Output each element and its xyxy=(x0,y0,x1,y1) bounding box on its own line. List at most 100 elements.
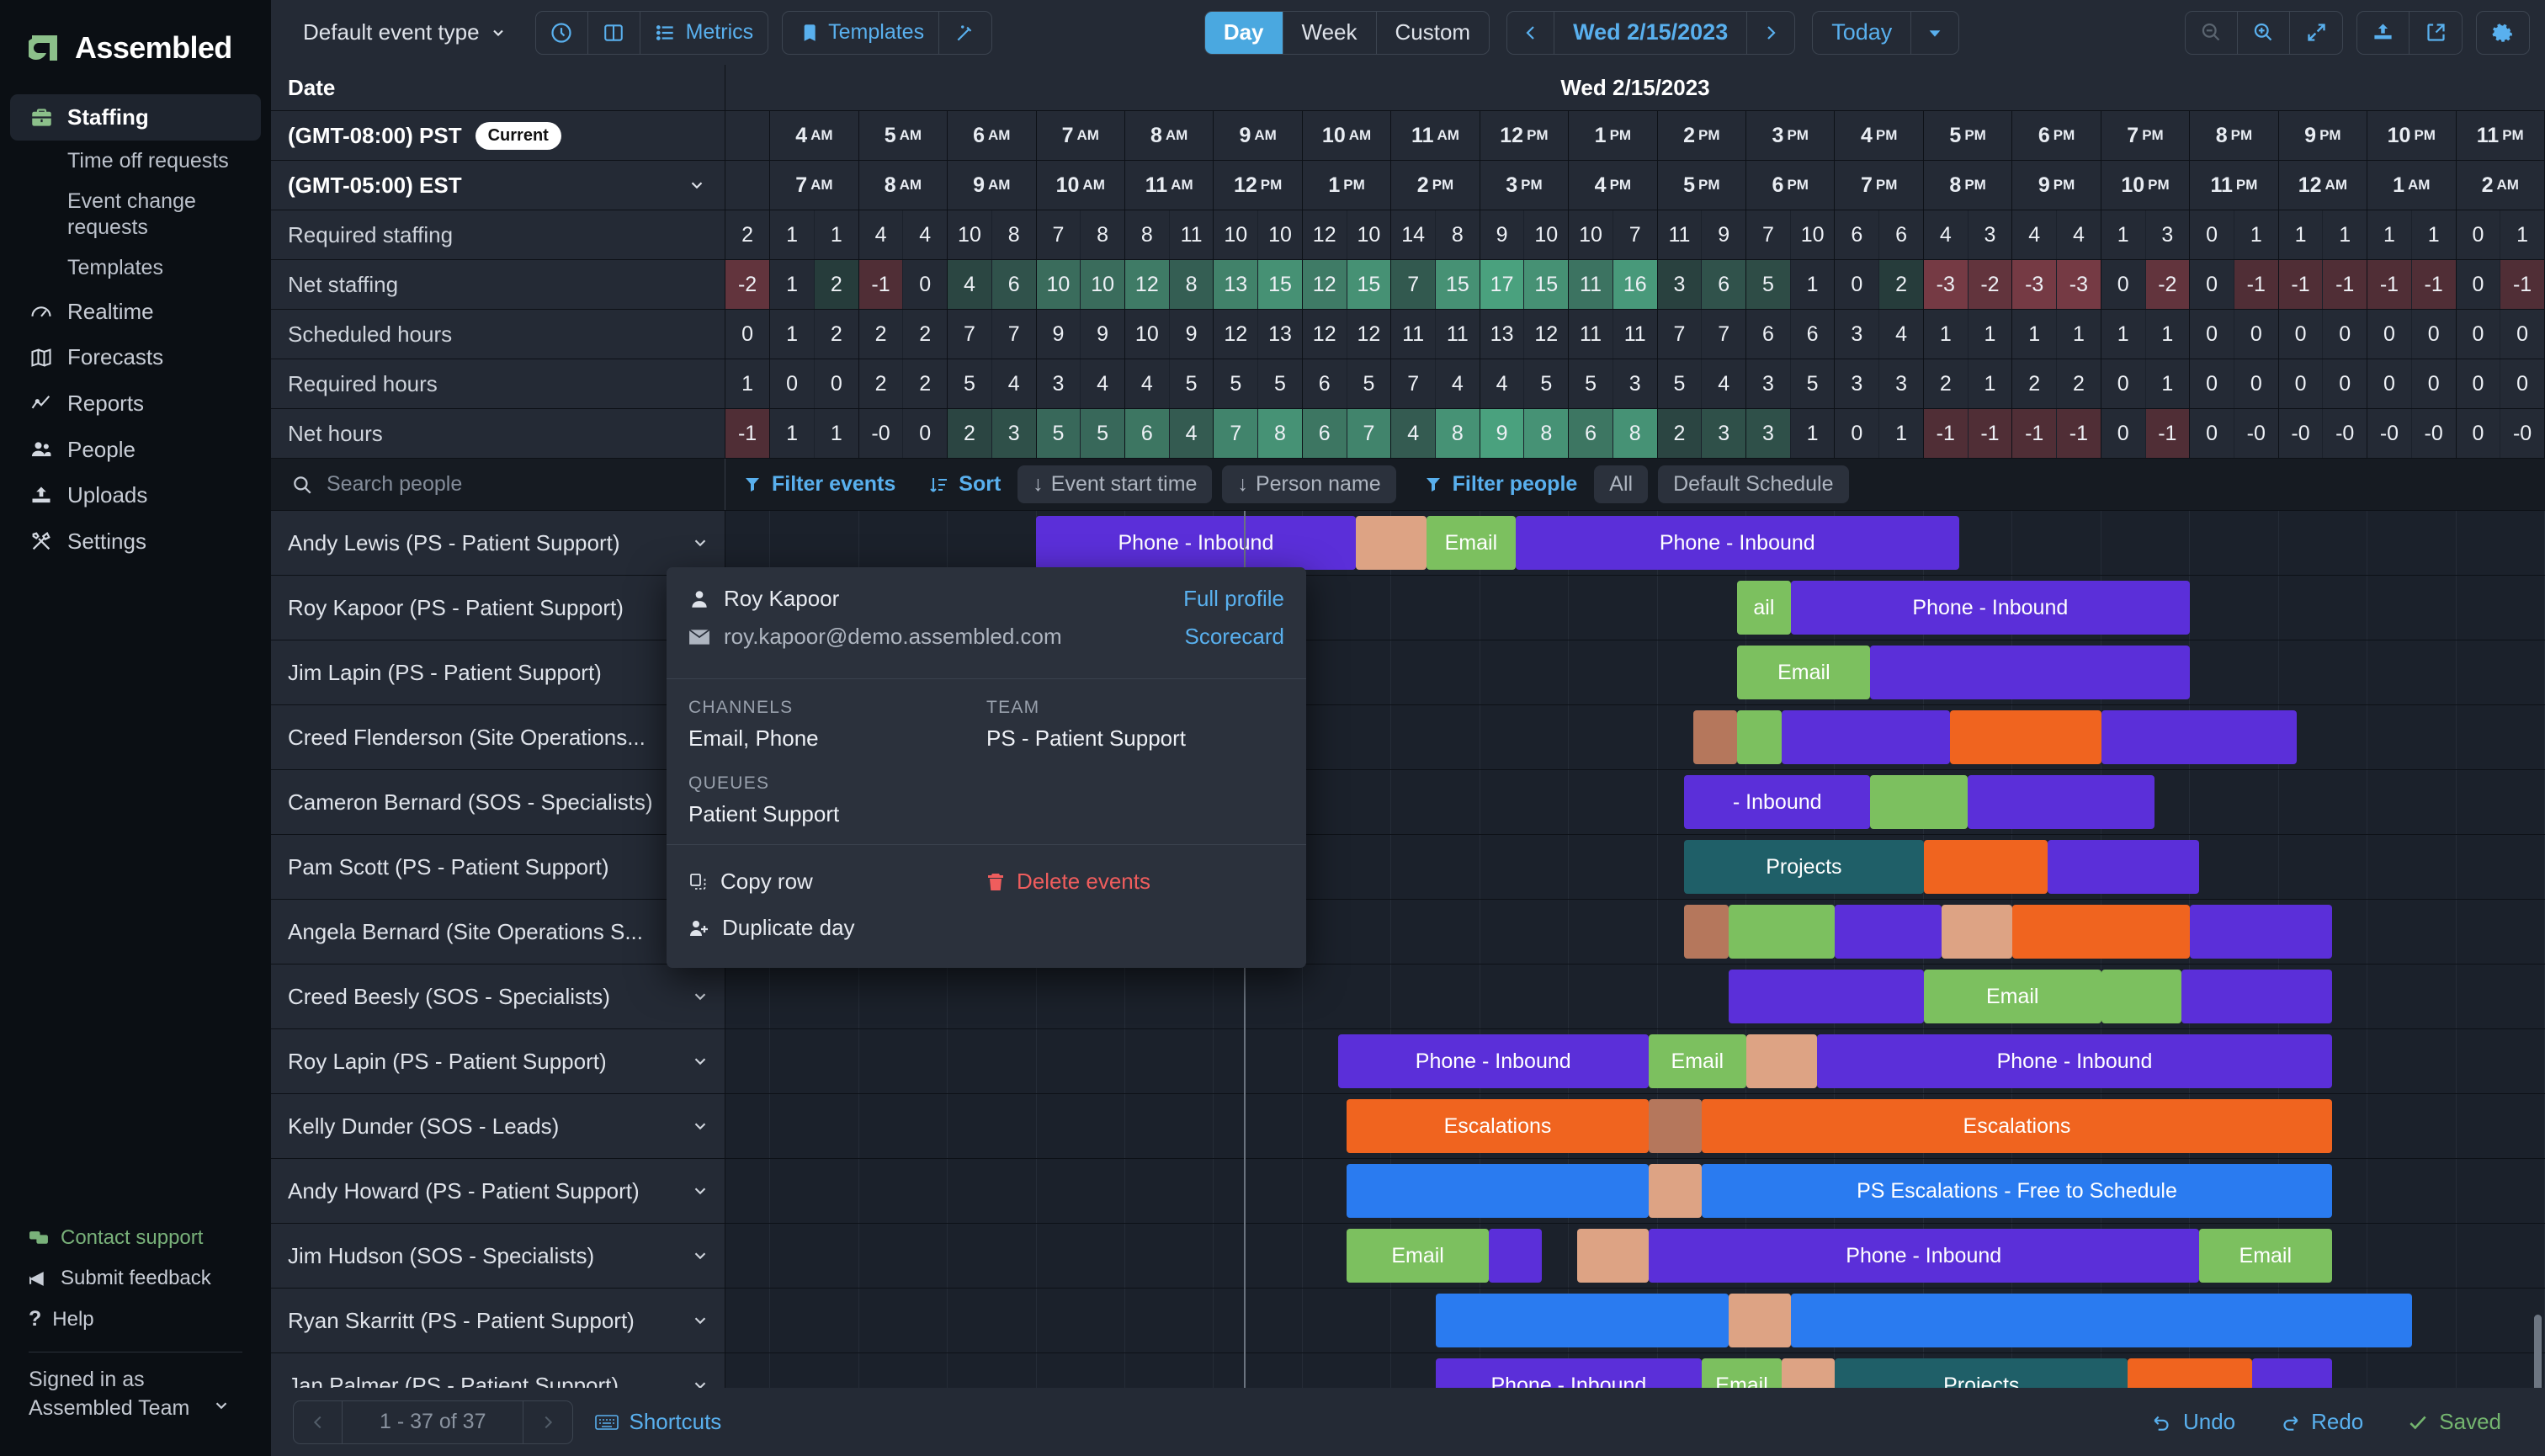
next-page-button[interactable] xyxy=(523,1401,572,1443)
schedule-track[interactable]: PS Escalations - Free to Schedule xyxy=(725,1159,2545,1223)
metric-cell[interactable]: -2 xyxy=(1968,260,2012,309)
person-name-cell[interactable]: Ryan Skarritt (PS - Patient Support) xyxy=(271,1289,725,1352)
templates-button[interactable]: Templates xyxy=(783,11,940,54)
metric-cell[interactable]: 11 xyxy=(1613,310,1657,359)
metric-cell[interactable]: 8 xyxy=(991,210,1036,259)
metric-cell[interactable]: -1 xyxy=(1968,409,2012,458)
schedule-event[interactable] xyxy=(1790,1294,2412,1347)
metric-cell[interactable]: 4 xyxy=(1879,310,1923,359)
metric-cell[interactable]: 0 xyxy=(2323,359,2367,408)
metric-cell[interactable]: 10 xyxy=(1569,210,1613,259)
duplicate-day-button[interactable]: Duplicate day xyxy=(688,905,986,951)
metric-cell[interactable]: 6 xyxy=(1790,310,1835,359)
metric-cell[interactable]: 15 xyxy=(1347,260,1391,309)
expand-button[interactable] xyxy=(2290,12,2342,54)
metric-cell[interactable]: 5 xyxy=(1746,260,1791,309)
metric-cell[interactable]: 5 xyxy=(1169,359,1214,408)
schedule-event[interactable] xyxy=(2101,970,2181,1023)
today-button[interactable]: Today xyxy=(1813,11,1912,54)
metric-cell[interactable]: 4 xyxy=(2012,210,2058,259)
metric-cell[interactable]: 14 xyxy=(1391,210,1436,259)
metric-cell[interactable]: 1 xyxy=(770,210,815,259)
metric-cell[interactable]: 7 xyxy=(1702,310,1746,359)
chevron-down-icon[interactable] xyxy=(691,1246,709,1265)
metric-cell[interactable]: 0 xyxy=(2190,210,2234,259)
person-name-cell[interactable]: Creed Flenderson (Site Operations... xyxy=(271,705,725,769)
person-name-cell[interactable]: Pam Scott (PS - Patient Support) xyxy=(271,835,725,899)
metric-cell[interactable]: 7 xyxy=(1036,210,1081,259)
metric-cell[interactable]: 3 xyxy=(2145,210,2190,259)
metric-cell[interactable]: 1 xyxy=(814,409,858,458)
metric-cell[interactable]: 1 xyxy=(2101,310,2146,359)
filter-events-button[interactable]: Filter events xyxy=(725,472,912,497)
metric-cell[interactable]: -3 xyxy=(2057,260,2101,309)
full-profile-link[interactable]: Full profile xyxy=(1183,586,1284,612)
schedule-track[interactable]: Phone - Inbound Email Phone - Inbound xyxy=(725,1029,2545,1093)
metric-cell[interactable]: 7 xyxy=(948,310,992,359)
person-name-cell[interactable]: Andy Lewis (PS - Patient Support) xyxy=(271,511,725,575)
chevron-down-icon[interactable] xyxy=(691,534,709,552)
chevron-down-icon[interactable] xyxy=(691,1052,709,1071)
schedule-event[interactable] xyxy=(1347,1164,1649,1218)
today-dropdown-button[interactable] xyxy=(1911,12,1958,54)
scorecard-link[interactable]: Scorecard xyxy=(1185,624,1285,650)
metric-cell[interactable]: -1 xyxy=(1923,409,1969,458)
search-people-box[interactable] xyxy=(271,459,725,510)
metric-cell[interactable]: 13 xyxy=(1258,310,1302,359)
metric-cell[interactable]: -1 xyxy=(725,409,770,458)
metric-cell[interactable]: -0 xyxy=(2411,409,2456,458)
metric-cell[interactable]: 8 xyxy=(1124,210,1170,259)
metric-cell[interactable]: 2 xyxy=(903,359,948,408)
metric-cell[interactable]: 0 xyxy=(2190,409,2234,458)
metric-cell[interactable]: 5 xyxy=(1790,359,1835,408)
metric-cell[interactable]: 3 xyxy=(1746,409,1791,458)
schedule-event[interactable] xyxy=(2048,840,2199,894)
person-name-cell[interactable]: Roy Lapin (PS - Patient Support) xyxy=(271,1029,725,1093)
metric-cell[interactable]: 5 xyxy=(1258,359,1302,408)
metric-cell[interactable]: 2 xyxy=(948,409,992,458)
metric-cell[interactable]: 1 xyxy=(1968,359,2012,408)
metric-cell[interactable]: 11 xyxy=(1569,260,1613,309)
account-switcher[interactable]: Signed in as Assembled Team xyxy=(10,1366,261,1448)
schedule-event[interactable] xyxy=(1923,840,2048,894)
metric-cell[interactable]: 10 xyxy=(1258,210,1302,259)
chevron-down-icon[interactable] xyxy=(691,1376,709,1388)
metric-cell[interactable]: 8 xyxy=(1169,260,1214,309)
metric-cell[interactable]: -1 xyxy=(2367,260,2412,309)
schedule-event[interactable]: Email xyxy=(1702,1358,1782,1388)
metrics-button[interactable]: Metrics xyxy=(640,12,768,54)
metric-cell[interactable]: 0 xyxy=(2500,310,2544,359)
metric-cell[interactable]: -0 xyxy=(2278,409,2324,458)
sort-chip-person-name[interactable]: ↓ Person name xyxy=(1222,465,1396,503)
schedule-event[interactable]: Email xyxy=(1737,646,1871,699)
metric-cell[interactable]: 0 xyxy=(2101,359,2146,408)
metric-cell[interactable]: -2 xyxy=(725,260,770,309)
schedule-event[interactable] xyxy=(1684,905,1729,959)
metric-cell[interactable]: 0 xyxy=(2323,310,2367,359)
schedule-event[interactable] xyxy=(1728,905,1836,959)
metric-cell[interactable]: 7 xyxy=(1746,210,1791,259)
metric-cell[interactable]: 0 xyxy=(1835,409,1880,458)
metric-cell[interactable]: 4 xyxy=(1169,409,1214,458)
metric-cell[interactable]: 5 xyxy=(1569,359,1613,408)
metric-cell[interactable]: -0 xyxy=(2367,409,2412,458)
metric-cell[interactable]: 2 xyxy=(903,310,948,359)
metric-cell[interactable]: 0 xyxy=(2411,310,2456,359)
metric-cell[interactable]: 1 xyxy=(2411,210,2456,259)
brand-logo[interactable]: Assembled xyxy=(0,0,271,94)
metric-cell[interactable]: 3 xyxy=(1835,359,1880,408)
metric-cell[interactable]: 4 xyxy=(903,210,948,259)
metric-cell[interactable]: 5 xyxy=(1081,409,1124,458)
metric-cell[interactable]: 0 xyxy=(2456,359,2501,408)
metric-cell[interactable]: 15 xyxy=(1258,260,1302,309)
metric-cell[interactable]: 12 xyxy=(1302,310,1347,359)
metric-cell[interactable]: 4 xyxy=(1124,359,1170,408)
schedule-event[interactable]: Email xyxy=(1923,970,2101,1023)
schedule-track[interactable]: Phone - Inbound Email Phone - Inbound xyxy=(725,511,2545,575)
metric-cell[interactable]: 6 xyxy=(1302,409,1347,458)
metric-cell[interactable]: 12 xyxy=(1524,310,1569,359)
metric-cell[interactable]: -1 xyxy=(2234,260,2278,309)
metric-cell[interactable]: 6 xyxy=(1746,310,1791,359)
schedule-event[interactable]: PS Escalations - Free to Schedule xyxy=(1702,1164,2332,1218)
metric-cell[interactable]: 1 xyxy=(2323,210,2367,259)
